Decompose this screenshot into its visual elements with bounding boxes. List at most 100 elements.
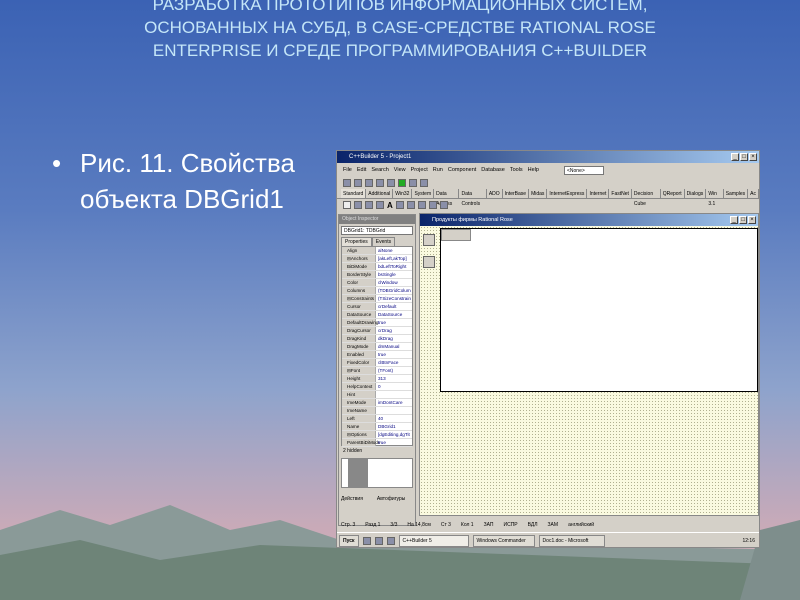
property-value[interactable] <box>376 407 378 414</box>
property-row[interactable]: ImeMode imDontCare <box>342 399 412 407</box>
tab[interactable]: Win32 <box>393 189 413 198</box>
maximize-icon[interactable]: □ <box>740 153 748 161</box>
tab[interactable]: Internet <box>587 189 610 198</box>
quicklaunch-icon[interactable] <box>374 537 383 545</box>
tab[interactable]: Additional <box>366 189 394 198</box>
property-row[interactable]: BiDiMode bdLeftToRight <box>342 263 412 271</box>
tab-properties[interactable]: Properties <box>341 237 372 246</box>
tab[interactable]: Standard <box>341 189 367 198</box>
save-icon[interactable] <box>365 179 373 187</box>
property-row[interactable]: ⊟Constraints (TSizeConstrain <box>342 295 412 303</box>
property-row[interactable]: DefaultDrawing true <box>342 319 412 327</box>
datasource-component-icon[interactable] <box>423 256 435 268</box>
property-row[interactable]: Enabled true <box>342 351 412 359</box>
minimize-icon[interactable]: _ <box>731 153 739 161</box>
property-value[interactable]: true <box>376 351 386 358</box>
tab[interactable]: ADO <box>487 189 503 198</box>
property-row[interactable]: Left 40 <box>342 415 412 423</box>
property-row[interactable]: HelpContext 0 <box>342 383 412 391</box>
quicklaunch-icon[interactable] <box>386 537 395 545</box>
property-row[interactable]: ⊟Options [dgEditing,dgTit <box>342 431 412 439</box>
tab-events[interactable]: Events <box>371 237 396 246</box>
component-icon[interactable] <box>428 201 437 209</box>
open-icon[interactable] <box>354 179 362 187</box>
open-project-icon[interactable] <box>376 179 384 187</box>
close-icon[interactable]: × <box>749 153 757 161</box>
component-icon[interactable] <box>376 201 384 209</box>
component-icon[interactable] <box>417 201 426 209</box>
quicklaunch-icon[interactable] <box>362 537 371 545</box>
property-row[interactable]: BorderStyle bsSingle <box>342 271 412 279</box>
add-icon[interactable] <box>387 179 395 187</box>
property-value[interactable]: 0 <box>376 383 381 390</box>
property-value[interactable]: true <box>376 319 386 326</box>
property-value[interactable]: dmManual <box>376 343 399 350</box>
property-value[interactable]: crDefault <box>376 303 396 310</box>
property-value[interactable]: 40 <box>376 415 383 422</box>
task-windows-commander[interactable]: Windows Commander 5.0 <box>472 535 535 547</box>
menu-help[interactable]: Help <box>528 167 539 173</box>
pointer-icon[interactable] <box>343 201 351 209</box>
new-icon[interactable] <box>343 179 351 187</box>
tab[interactable]: Midas <box>529 189 548 198</box>
property-value[interactable]: DBGrid1 <box>376 423 396 430</box>
close-icon[interactable]: × <box>748 216 756 224</box>
tab[interactable]: FastNet <box>609 189 632 198</box>
property-row[interactable]: DataSource DataSource <box>342 311 412 319</box>
menu-view[interactable]: View <box>394 167 406 173</box>
property-row[interactable]: Cursor crDefault <box>342 303 412 311</box>
maximize-icon[interactable]: □ <box>739 216 747 224</box>
property-row[interactable]: DragCursor crDrag <box>342 327 412 335</box>
component-icon[interactable] <box>406 201 415 209</box>
property-row[interactable]: DragKind dkDrag <box>342 335 412 343</box>
tab[interactable]: Samples <box>724 189 749 198</box>
tab[interactable]: Ac <box>748 189 759 198</box>
menu-component[interactable]: Component <box>448 167 476 173</box>
menu-file[interactable]: File <box>343 167 352 173</box>
property-row[interactable]: DragMode dmManual <box>342 343 412 351</box>
task-word[interactable]: Doc1.doc - Microsoft Word <box>538 535 605 547</box>
property-value[interactable]: alNone <box>376 247 393 254</box>
property-value[interactable]: 313 <box>376 375 386 382</box>
property-value[interactable]: (TDBGridColum <box>376 287 411 294</box>
label-component-icon[interactable]: A <box>387 201 393 210</box>
property-row[interactable]: FixedColor clBtnFace <box>342 359 412 367</box>
menu-tools[interactable]: Tools <box>510 167 523 173</box>
property-row[interactable]: Align alNone <box>342 247 412 255</box>
property-value[interactable]: true <box>376 439 386 446</box>
property-row[interactable]: ⊟Font (TFont) <box>342 367 412 375</box>
pause-icon[interactable] <box>409 179 417 187</box>
property-value[interactable]: imDontCare <box>376 399 403 406</box>
property-value[interactable]: crDrag <box>376 327 392 334</box>
property-value[interactable]: [dgEditing,dgTit <box>376 431 410 438</box>
property-value[interactable]: dkDrag <box>376 335 393 342</box>
tab[interactable]: Win 3.1 <box>706 189 724 207</box>
menu-database[interactable]: Database <box>481 167 505 173</box>
menu-edit[interactable]: Edit <box>357 167 366 173</box>
tab[interactable]: Dialogs <box>685 189 707 198</box>
dbgrid1[interactable] <box>440 228 758 392</box>
object-selector[interactable]: DBGrid1: TDBGrid <box>341 226 413 235</box>
menu-search[interactable]: Search <box>371 167 388 173</box>
property-value[interactable]: (TSizeConstrain <box>376 295 411 302</box>
menu-project[interactable]: Project <box>411 167 428 173</box>
property-row[interactable]: Columns (TDBGridColum <box>342 287 412 295</box>
tab[interactable]: InternetExpress <box>547 189 588 198</box>
component-icon[interactable] <box>439 201 448 209</box>
property-value[interactable]: DataSource <box>376 311 402 318</box>
property-row[interactable]: Name DBGrid1 <box>342 423 412 431</box>
tab[interactable]: Data Controls <box>459 189 487 207</box>
table-component-icon[interactable] <box>423 234 435 246</box>
tab[interactable]: Data Access <box>434 189 460 207</box>
step-icon[interactable] <box>420 179 428 187</box>
minimize-icon[interactable]: _ <box>730 216 738 224</box>
component-icon[interactable] <box>395 201 404 209</box>
component-combo[interactable]: <None> <box>563 165 604 175</box>
property-value[interactable]: clBtnFace <box>376 359 398 366</box>
property-row[interactable]: ImeName <box>342 407 412 415</box>
task-cbuilder[interactable]: C++Builder 5 <box>398 535 469 547</box>
actions-menu[interactable]: Действия <box>341 496 363 502</box>
property-row[interactable]: ⊟Anchors [akLeft,akTop] <box>342 255 412 263</box>
property-value[interactable] <box>376 391 378 398</box>
autoshapes-menu[interactable]: Автофигуры <box>377 496 405 502</box>
